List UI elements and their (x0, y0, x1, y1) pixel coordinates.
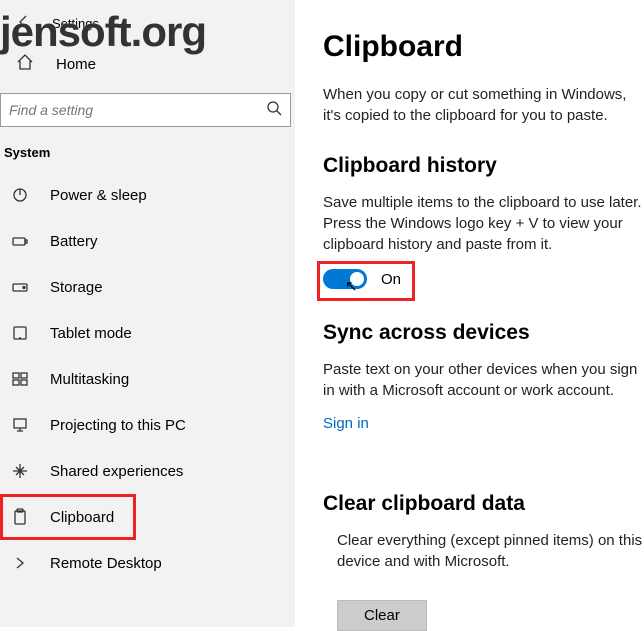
sidebar-item-projecting[interactable]: Projecting to this PC (0, 402, 295, 448)
clear-description: Clear everything (except pinned items) o… (337, 530, 644, 572)
sync-heading: Sync across devices (323, 321, 644, 345)
clipboard-icon (10, 507, 30, 527)
sidebar-item-shared-experiences[interactable]: Shared experiences (0, 448, 295, 494)
sidebar-item-label: Tablet mode (50, 325, 132, 342)
settings-header: Settings (0, 8, 295, 43)
tablet-icon (10, 323, 30, 343)
projecting-icon (10, 415, 30, 435)
history-heading: Clipboard history (323, 154, 644, 178)
clear-heading: Clear clipboard data (323, 492, 644, 516)
search-box[interactable] (0, 93, 291, 127)
sidebar-item-power-sleep[interactable]: Power & sleep (0, 172, 295, 218)
sidebar: Settings Home System Power & sleep Batte… (0, 0, 295, 627)
sidebar-item-label: Remote Desktop (50, 555, 162, 572)
multitasking-icon (10, 369, 30, 389)
storage-icon (10, 277, 30, 297)
sidebar-item-label: Projecting to this PC (50, 417, 186, 434)
search-input[interactable] (9, 102, 266, 118)
home-nav[interactable]: Home (0, 43, 295, 93)
home-icon (16, 53, 34, 75)
sidebar-item-label: Shared experiences (50, 463, 183, 480)
category-header: System (0, 145, 295, 172)
back-icon[interactable] (16, 14, 34, 33)
sidebar-item-tablet-mode[interactable]: Tablet mode (0, 310, 295, 356)
history-description: Save multiple items to the clipboard to … (323, 192, 644, 255)
sidebar-item-multitasking[interactable]: Multitasking (0, 356, 295, 402)
settings-label: Settings (52, 16, 99, 31)
sidebar-item-battery[interactable]: Battery (0, 218, 295, 264)
sync-description: Paste text on your other devices when yo… (323, 359, 644, 401)
toggle-knob (350, 272, 364, 286)
remote-icon (10, 553, 30, 573)
battery-icon (10, 231, 30, 251)
sign-in-link[interactable]: Sign in (323, 415, 369, 432)
sidebar-item-label: Clipboard (50, 509, 114, 526)
toggle-state-label: On (381, 271, 401, 288)
clear-button[interactable]: Clear (337, 600, 427, 631)
sidebar-item-remote-desktop[interactable]: Remote Desktop (0, 540, 295, 586)
sidebar-item-clipboard[interactable]: Clipboard (0, 494, 136, 540)
history-toggle-row: ↖ On (323, 269, 644, 289)
main-content: Clipboard When you copy or cut something… (295, 0, 644, 627)
sidebar-item-storage[interactable]: Storage (0, 264, 295, 310)
page-title: Clipboard (323, 30, 644, 64)
shared-icon (10, 461, 30, 481)
sidebar-item-label: Power & sleep (50, 187, 147, 204)
sidebar-item-label: Battery (50, 233, 98, 250)
home-label: Home (56, 56, 96, 73)
history-toggle[interactable]: ↖ (323, 269, 367, 289)
page-description: When you copy or cut something in Window… (323, 84, 644, 126)
power-icon (10, 185, 30, 205)
sidebar-item-label: Multitasking (50, 371, 129, 388)
search-icon (266, 100, 282, 121)
sidebar-item-label: Storage (50, 279, 103, 296)
